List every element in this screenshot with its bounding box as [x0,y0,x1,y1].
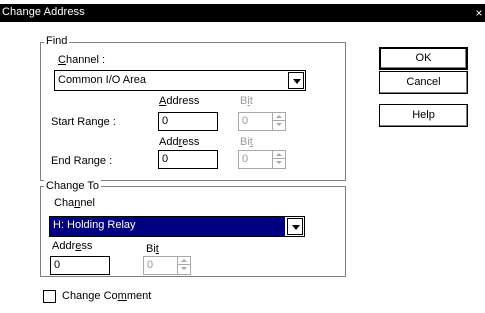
start-range-label: Start Range : [51,116,116,128]
change-comment-checkbox[interactable] [43,290,56,303]
spin-up-icon [273,113,285,121]
change-to-bit-spinner: 0 [143,256,191,275]
find-bit-header: Bit [240,95,253,107]
find-channel-label: Channel : [58,54,106,66]
ok-button[interactable]: OK [379,47,468,70]
change-to-address-label: Address [52,240,93,252]
change-to-bit-label: Bit [146,243,159,255]
spin-down-icon [273,159,285,167]
spin-up-icon [178,257,190,265]
find-address-header: Address [159,95,200,107]
start-address-input[interactable]: 0 [158,112,218,131]
title-bar: Change Address × [0,4,485,22]
find-address-header-2: Address [159,136,200,148]
change-address-dialog: Change Address × Find Channel : Common I… [0,0,485,313]
change-to-channel-select[interactable]: H: Holding Relay [49,216,305,237]
end-range-label: End Range : [51,155,113,167]
change-to-channel-label: Channel [54,197,95,209]
start-bit-spinner: 0 [238,112,286,131]
chevron-down-icon[interactable] [288,72,304,89]
change-to-address-input[interactable]: 0 [50,256,110,275]
cancel-button[interactable]: Cancel [379,71,468,94]
change-to-legend: Change To [44,180,102,192]
change-to-channel-value: H: Holding Relay [50,217,285,236]
spin-down-icon [273,121,285,129]
end-bit-spinner: 0 [238,150,286,169]
find-channel-select[interactable]: Common I/O Area [54,70,306,91]
find-channel-value: Common I/O Area [58,74,147,86]
find-legend: Find [44,35,70,47]
find-bit-header-2: Bit [240,136,253,148]
end-address-input[interactable]: 0 [158,150,218,169]
spin-up-icon [273,151,285,159]
chevron-down-icon[interactable] [287,218,303,235]
help-button[interactable]: Help [379,104,468,127]
dialog-title: Change Address [2,6,85,18]
change-comment-label[interactable]: Change Comment [62,290,151,302]
spin-down-icon [178,265,190,273]
close-icon[interactable]: × [473,4,485,22]
